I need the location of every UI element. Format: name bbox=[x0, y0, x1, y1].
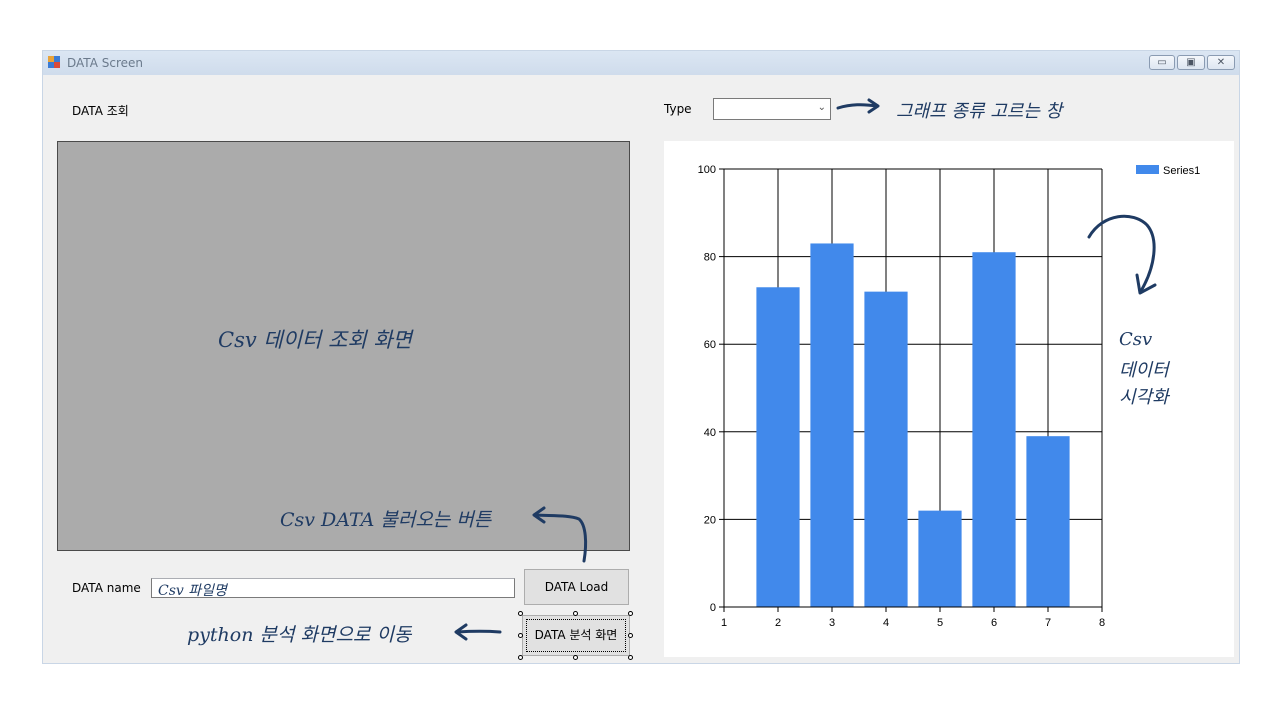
selection-handle bbox=[518, 611, 523, 616]
data-load-button[interactable]: DATA Load bbox=[524, 569, 629, 605]
arrow-icon bbox=[532, 506, 588, 563]
type-label: Type bbox=[664, 102, 692, 116]
data-name-value: Csv 파일명 bbox=[158, 583, 227, 599]
x-tick-label: 4 bbox=[883, 617, 889, 629]
load-button-note: Csv DATA 불러오는 버튼 bbox=[280, 509, 492, 531]
y-tick-label: 80 bbox=[704, 252, 716, 264]
chart-bar bbox=[1026, 436, 1070, 607]
y-tick-label: 0 bbox=[710, 602, 716, 614]
x-tick-label: 6 bbox=[991, 617, 997, 629]
chart-bar bbox=[864, 291, 908, 607]
window-title: DATA Screen bbox=[67, 56, 143, 70]
selection-handle bbox=[628, 611, 633, 616]
data-name-label: DATA name bbox=[72, 581, 141, 595]
chart-bar bbox=[756, 287, 800, 607]
chart-bar bbox=[972, 252, 1016, 607]
y-tick-label: 20 bbox=[704, 514, 716, 526]
y-tick-label: 100 bbox=[698, 164, 716, 176]
maximize-button[interactable]: ▣ bbox=[1177, 55, 1205, 70]
x-tick-label: 7 bbox=[1045, 617, 1051, 629]
csv-data-grid[interactable]: Csv 데이터 조회 화면 bbox=[57, 141, 630, 551]
selection-handle bbox=[573, 655, 578, 660]
y-tick-label: 40 bbox=[704, 427, 716, 439]
selection-handle bbox=[518, 655, 523, 660]
analysis-button-note: python 분석 화면으로 이동 bbox=[187, 624, 412, 646]
y-tick-label: 60 bbox=[704, 339, 716, 351]
x-tick-label: 3 bbox=[829, 617, 835, 629]
type-select-note: 그래프 종류 고르는 창 bbox=[896, 101, 1063, 122]
chart-bar bbox=[918, 510, 962, 607]
minimize-button[interactable]: ▭ bbox=[1149, 55, 1175, 70]
data-analysis-button[interactable]: DATA 분석 화면 bbox=[522, 615, 630, 656]
type-select[interactable]: ⌄ bbox=[713, 98, 831, 120]
data-load-label: DATA Load bbox=[544, 580, 609, 594]
chart-note-line: 데이터 bbox=[1119, 360, 1169, 381]
selection-handle bbox=[628, 655, 633, 660]
app-icon bbox=[48, 56, 60, 68]
selection-handle bbox=[518, 633, 523, 638]
chart-note-line: 시각화 bbox=[1119, 387, 1169, 408]
chart-note-line: Csv bbox=[1119, 329, 1153, 350]
chart-bar bbox=[810, 243, 854, 607]
x-tick-label: 2 bbox=[775, 617, 781, 629]
x-tick-label: 8 bbox=[1099, 617, 1105, 629]
grid-note: Csv 데이터 조회 화면 bbox=[218, 328, 412, 352]
arrow-icon bbox=[836, 98, 880, 114]
selection-handle bbox=[573, 611, 578, 616]
data-analysis-label: DATA 분석 화면 bbox=[534, 628, 618, 642]
curved-arrow-icon bbox=[1087, 214, 1157, 295]
data-section-label: DATA 조회 bbox=[72, 104, 129, 118]
close-button[interactable]: ✕ bbox=[1207, 55, 1235, 70]
x-tick-label: 1 bbox=[721, 617, 727, 629]
chevron-down-icon: ⌄ bbox=[817, 102, 826, 113]
selection-handle bbox=[628, 633, 633, 638]
data-name-input[interactable]: Csv 파일명 bbox=[151, 578, 515, 599]
title-bar: DATA Screen ▭ ▣ ✕ bbox=[43, 51, 1239, 75]
legend-label: Series1 bbox=[1163, 165, 1200, 177]
x-tick-label: 5 bbox=[937, 617, 943, 629]
arrow-icon bbox=[454, 623, 502, 641]
legend-swatch bbox=[1136, 165, 1159, 174]
main-window: DATA Screen ▭ ▣ ✕ DATA 조회 Csv 데이터 조회 화면 … bbox=[42, 50, 1240, 664]
